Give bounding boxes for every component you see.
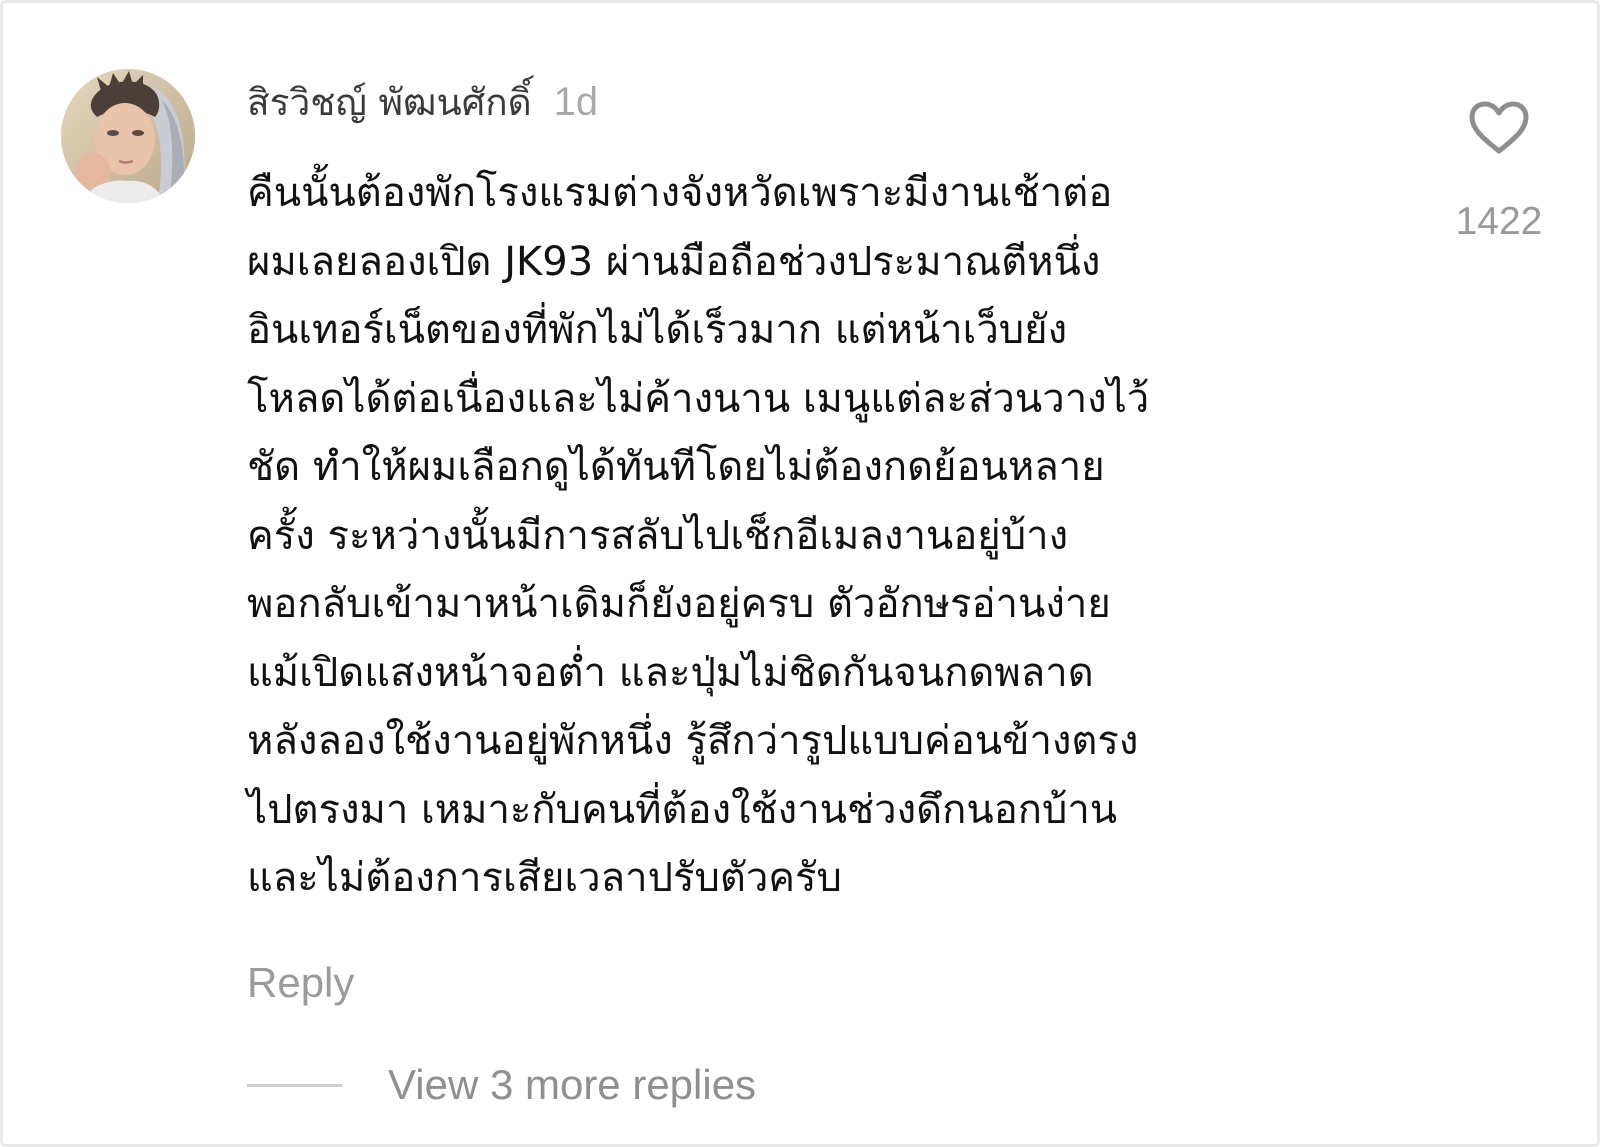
comment-line: แม้เปิดแสงหน้าจอต่ำ และปุ่มไม่ชิดกันจนกด… [247,649,1094,696]
comment-line: หลังลองใช้งานอยู่พักหนึ่ง รู้สึกว่ารูปแบ… [247,718,1139,764]
comment-header: สิรวิชญ์ พัฒนศักดิ์ 1d [247,73,598,133]
comment-line: และไม่ต้องการเสียเวลาปรับตัวครับ [247,855,842,901]
comment-line: โหลดได้ต่อเนื่องและไม่ค้างนาน เมนูแต่ละส… [247,375,1150,422]
replies-divider [247,1083,342,1087]
comment-line: ไปตรงมา เหมาะกับคนที่ต้องใช้งานช่วงดึกนอ… [247,786,1118,833]
heart-outline-icon [1469,101,1529,154]
timestamp: 1d [553,80,599,124]
view-more-replies-button[interactable]: View 3 more replies [247,1061,756,1109]
reply-button[interactable]: Reply [247,959,354,1007]
comment-text: คืนนั้นต้องพักโรงแรมต่างจังหวัดเพราะมีงา… [247,159,1377,913]
view-more-replies-label: View 3 more replies [388,1061,757,1108]
comment-line: อินเทอร์เน็ตของที่พักไม่ได้เร็วมาก แต่หน… [247,307,1068,353]
comment-line: พอกลับเข้ามาหน้าเดิมก็ยังอยู่ครบ ตัวอักษ… [247,581,1111,627]
comment-line: ผมเลยลองเปิด JK93 ผ่านมือถือช่วงประมาณตี… [247,238,1101,285]
comment-line: ชัด ทำให้ผมเลือกดูได้ทันทีโดยไม่ต้องกดย้… [247,444,1105,490]
avatar[interactable] [61,69,195,203]
comment-line: ครั้ง ระหว่างนั้นมีการสลับไปเช็กอีเมลงาน… [247,512,1069,559]
username[interactable]: สิรวิชญ์ พัฒนศักดิ์ [247,73,532,132]
like-button[interactable] [1469,101,1529,155]
like-count: 1422 [1455,200,1543,243]
comment-card: สิรวิชญ์ พัฒนศักดิ์ 1d คืนนั้นต้องพักโรง… [0,0,1600,1147]
comment-line: คืนนั้นต้องพักโรงแรมต่างจังหวัดเพราะมีงา… [247,170,1113,216]
avatar-image [61,69,195,203]
